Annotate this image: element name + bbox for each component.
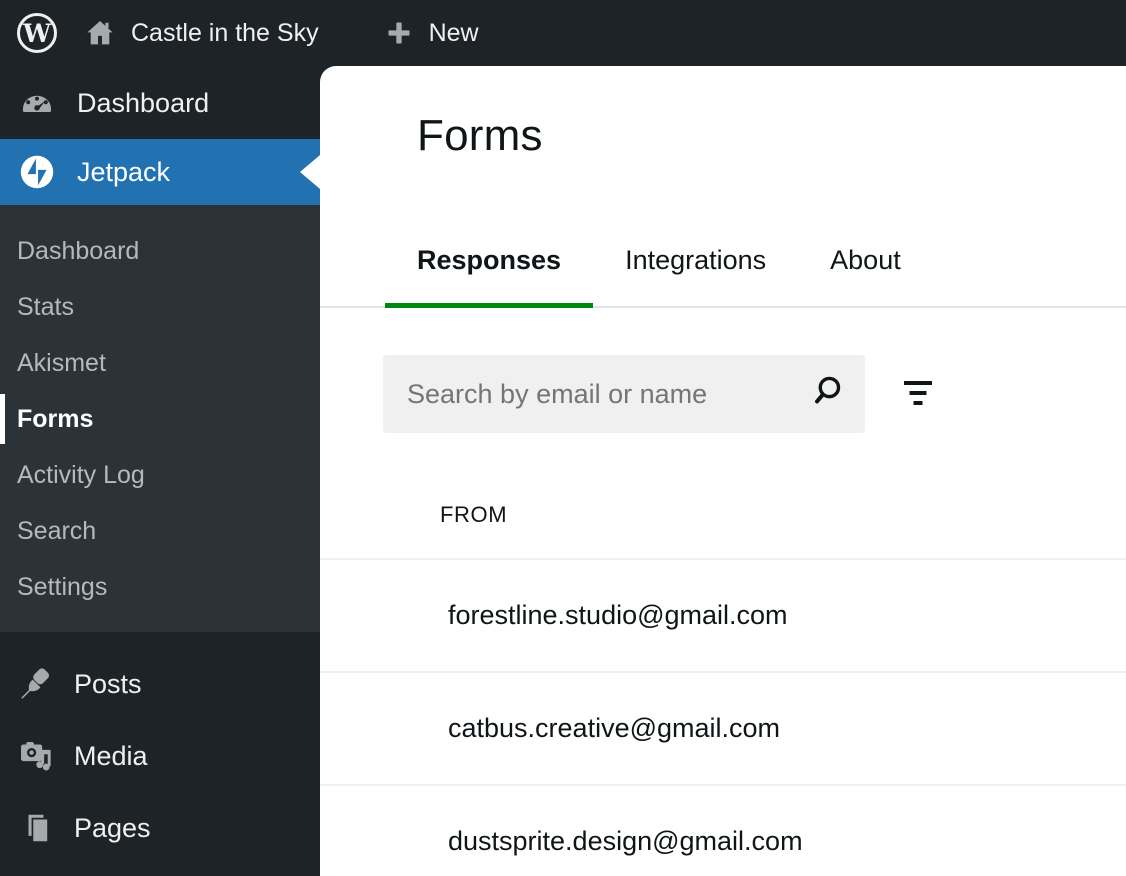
admin-sidebar: Dashboard Jetpack Dashboard Stats Akisme… — [0, 66, 320, 876]
sidebar-item-label: Pages — [74, 813, 151, 844]
wordpress-logo-icon[interactable]: W — [17, 13, 57, 53]
submenu-label: Settings — [17, 573, 107, 602]
sidebar-item-label: Dashboard — [77, 88, 209, 119]
sidebar-item-jetpack[interactable]: Jetpack — [0, 139, 320, 205]
submenu-item-activity-log[interactable]: Activity Log — [0, 447, 320, 503]
sidebar-item-pages[interactable]: Pages — [0, 792, 320, 864]
page-title: Forms — [417, 111, 543, 161]
site-name-link[interactable]: Castle in the Sky — [85, 18, 319, 48]
tab-label: About — [830, 245, 901, 276]
media-icon — [19, 739, 53, 773]
response-email[interactable]: catbus.creative@gmail.com — [448, 713, 780, 744]
tab-responses[interactable]: Responses — [385, 224, 593, 306]
submenu-item-akismet[interactable]: Akismet — [0, 335, 320, 391]
submenu-label: Akismet — [17, 349, 106, 378]
sidebar-item-label: Media — [74, 741, 148, 772]
search-row — [383, 355, 947, 433]
admin-top-bar: W Castle in the Sky New — [0, 0, 1126, 66]
submenu-label: Dashboard — [17, 237, 139, 266]
tab-label: Integrations — [625, 245, 766, 276]
search-input[interactable] — [407, 379, 809, 410]
site-name-label: Castle in the Sky — [131, 19, 319, 48]
table-row[interactable]: dustsprite.design@gmail.com — [320, 784, 1126, 876]
new-button[interactable]: New — [385, 19, 479, 48]
table-row[interactable]: forestline.studio@gmail.com — [320, 558, 1126, 671]
submenu-item-dashboard[interactable]: Dashboard — [0, 223, 320, 279]
sidebar-item-posts[interactable]: Posts — [0, 648, 320, 720]
sidebar-item-media[interactable]: Media — [0, 720, 320, 792]
submenu-item-stats[interactable]: Stats — [0, 279, 320, 335]
submenu-label: Activity Log — [17, 461, 145, 490]
active-menu-arrow-icon — [300, 155, 320, 189]
responses-table: forestline.studio@gmail.com catbus.creat… — [320, 558, 1126, 876]
tab-about[interactable]: About — [798, 224, 933, 306]
home-icon — [85, 18, 115, 48]
filter-button[interactable] — [889, 355, 947, 433]
search-box — [383, 355, 865, 433]
submenu-item-forms[interactable]: Forms — [0, 391, 320, 447]
submenu-item-search[interactable]: Search — [0, 503, 320, 559]
tab-label: Responses — [417, 245, 561, 276]
tab-integrations[interactable]: Integrations — [593, 224, 798, 306]
sidebar-item-label: Jetpack — [77, 157, 170, 188]
jetpack-submenu: Dashboard Stats Akismet Forms Activity L… — [0, 205, 320, 632]
filter-icon — [901, 376, 935, 413]
submenu-label: Stats — [17, 293, 74, 322]
wordpress-admin-screen: W Castle in the Sky New — [0, 0, 1126, 876]
submenu-label: Forms — [17, 405, 93, 434]
submenu-item-settings[interactable]: Settings — [0, 559, 320, 615]
sidebar-bottom-group: Posts — [0, 648, 320, 864]
response-email[interactable]: dustsprite.design@gmail.com — [448, 826, 803, 857]
dashboard-gauge-icon — [19, 85, 55, 121]
search-icon[interactable] — [809, 374, 843, 415]
new-button-label: New — [429, 19, 479, 48]
sidebar-item-dashboard[interactable]: Dashboard — [0, 72, 320, 134]
forms-tab-bar: Responses Integrations About — [320, 224, 1126, 308]
table-row[interactable]: catbus.creative@gmail.com — [320, 671, 1126, 784]
pages-icon — [19, 811, 53, 845]
response-email[interactable]: forestline.studio@gmail.com — [448, 600, 788, 631]
sidebar-item-label: Posts — [74, 669, 142, 700]
pushpin-icon — [19, 667, 53, 701]
plus-icon — [385, 19, 413, 47]
submenu-label: Search — [17, 517, 96, 546]
from-column-header[interactable]: FROM — [440, 502, 507, 528]
forms-content-panel: Forms Responses Integrations About — [320, 66, 1126, 876]
jetpack-icon — [19, 154, 55, 190]
